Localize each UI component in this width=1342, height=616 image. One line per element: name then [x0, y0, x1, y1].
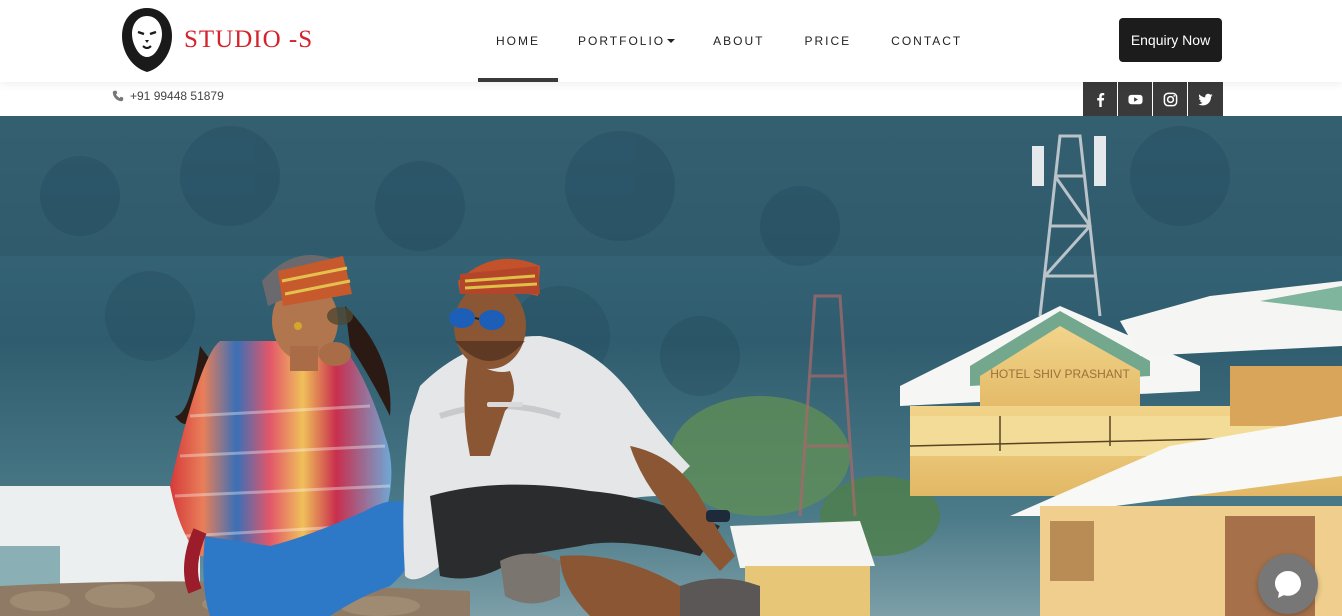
nav-home[interactable]: HOME — [478, 0, 558, 82]
logo[interactable]: STUDIO -S — [118, 5, 318, 75]
main-nav: HOME PORTFOLIO ABOUT PRICE CONTACT — [478, 0, 962, 82]
contact-bar: +91 99448 51879 — [0, 82, 1342, 116]
chat-icon — [1275, 571, 1301, 598]
nav-portfolio[interactable]: PORTFOLIO — [578, 0, 676, 82]
brand-name: STUDIO -S — [184, 26, 314, 53]
nav-price[interactable]: PRICE — [804, 0, 851, 82]
youtube-button[interactable] — [1118, 82, 1152, 116]
twitter-icon — [1198, 93, 1213, 105]
instagram-button[interactable] — [1153, 82, 1187, 116]
hero-photo: HOTEL SHIV PRASHANT — [0, 116, 1342, 616]
youtube-icon — [1127, 94, 1143, 104]
nav-price-label: PRICE — [804, 34, 852, 48]
phone-number: +91 99448 51879 — [130, 89, 224, 103]
facebook-button[interactable] — [1083, 82, 1117, 116]
nav-about[interactable]: ABOUT — [713, 0, 764, 82]
site-header: STUDIO -S HOME PORTFOLIO ABOUT PRICE CON… — [0, 0, 1342, 82]
nav-portfolio-label: PORTFOLIO — [578, 34, 666, 48]
svg-text:HOTEL SHIV PRASHANT: HOTEL SHIV PRASHANT — [990, 367, 1130, 381]
nav-about-label: ABOUT — [713, 34, 765, 48]
nav-contact[interactable]: CONTACT — [891, 0, 962, 82]
lion-logo-icon — [122, 8, 172, 72]
chevron-down-icon — [667, 39, 676, 43]
phone-icon — [112, 90, 124, 102]
twitter-button[interactable] — [1188, 82, 1223, 116]
social-links — [1083, 82, 1223, 116]
facebook-icon — [1096, 92, 1104, 107]
nav-contact-label: CONTACT — [891, 34, 963, 48]
enquiry-now-button[interactable]: Enquiry Now — [1119, 18, 1222, 62]
instagram-icon — [1163, 92, 1177, 106]
nav-home-label: HOME — [496, 34, 540, 48]
chat-widget-button[interactable] — [1258, 554, 1318, 614]
phone-contact[interactable]: +91 99448 51879 — [112, 89, 224, 103]
hero-banner: HOTEL SHIV PRASHANT — [0, 116, 1342, 616]
